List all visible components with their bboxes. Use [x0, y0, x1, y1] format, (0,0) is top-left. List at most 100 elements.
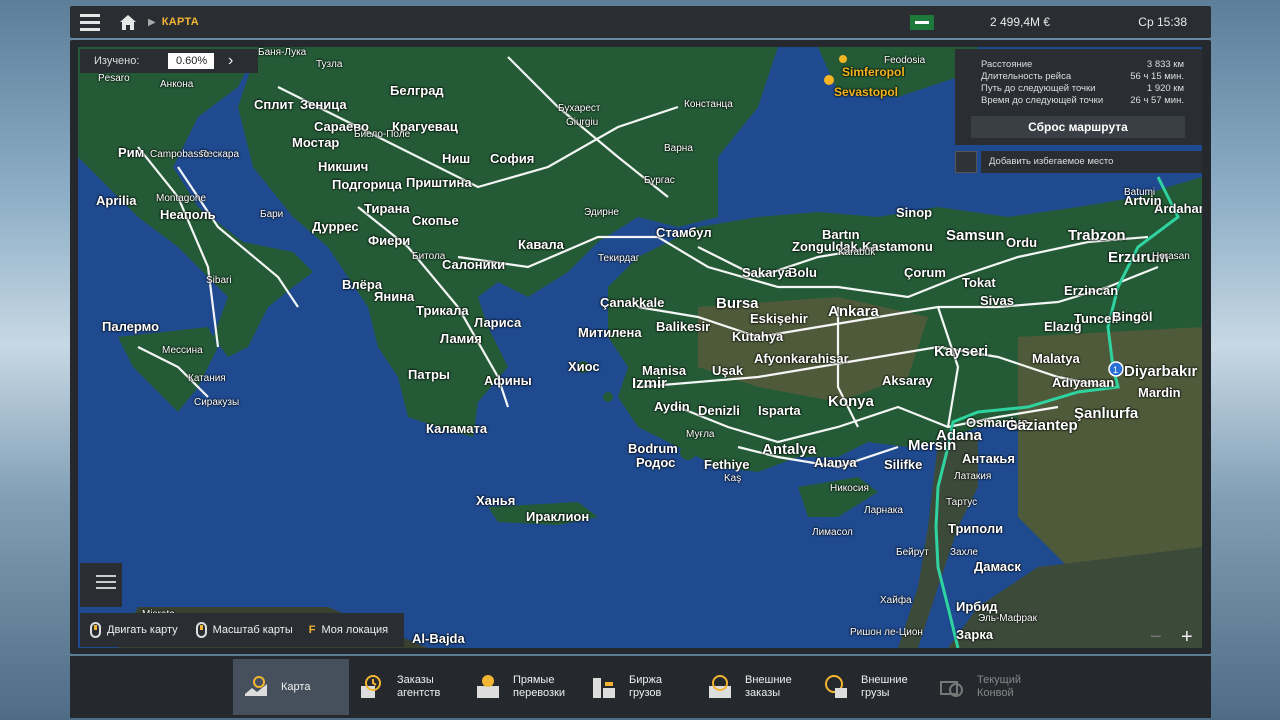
bottom-nav: Карта Заказы агентств Прямые перевозки Б… [70, 656, 1211, 718]
city-label: Aksaray [882, 373, 933, 388]
external-cargo-icon [825, 675, 847, 698]
city-label: Фиери [368, 233, 411, 248]
nav-direct-freight[interactable]: Прямые перевозки [465, 659, 581, 715]
city-label: Montagone [156, 193, 207, 204]
city-label: Катания [188, 373, 226, 384]
city-label: Дуррес [312, 219, 359, 234]
city-label: Антакья [962, 451, 1015, 466]
city-label: Batumi [1124, 187, 1156, 198]
city-label: Неаполь [160, 207, 216, 222]
explored-widget: Изучено: 0.60% › [80, 49, 258, 73]
city-label: Сиракузы [194, 397, 240, 408]
city-label: Malatya [1032, 351, 1080, 366]
city-label: Feodosia [884, 55, 926, 66]
city-label: Manisa [642, 363, 687, 378]
expand-arrow-icon[interactable]: › [228, 52, 233, 70]
explored-value: 0.60% [168, 53, 214, 69]
city-label: Fethiye [704, 457, 750, 472]
breadcrumb[interactable]: КАРТА [162, 16, 199, 28]
city-label: Şanlıurfa [1074, 405, 1139, 422]
city-label: Каламата [426, 421, 488, 436]
city-label: Çorum [904, 265, 946, 280]
city-label: Белград [390, 83, 444, 98]
city-label: Патры [408, 367, 450, 382]
city-label: Ordu [1006, 235, 1038, 250]
nav-cargo-market[interactable]: Биржа грузов [581, 659, 697, 715]
city-label: Эль-Мафрак [978, 613, 1037, 624]
city-label: Скопье [412, 213, 459, 228]
city-label: Pesaro [98, 73, 130, 84]
avoid-place-label: Добавить избегаемое место [981, 151, 1202, 173]
city-label: Horasan [1152, 251, 1190, 262]
city-label: Kayseri [934, 343, 989, 360]
city-label: Митилена [578, 325, 642, 340]
map-legend-icon[interactable] [80, 563, 122, 607]
city-label: Bingöl [1112, 309, 1153, 324]
city-label: Mardin [1138, 385, 1181, 400]
city-label: Ираклион [526, 509, 590, 524]
city-label: Ankara [828, 303, 879, 320]
zoom-in-button[interactable]: + [1181, 626, 1193, 649]
map-icon [245, 676, 267, 696]
mouse-icon [195, 622, 207, 638]
route-next-distance-row: Путь до следующей точки 1 920 км [981, 83, 1184, 94]
breadcrumb-chevron-icon: ▶ [148, 16, 156, 28]
city-label: Варна [664, 143, 693, 154]
city-label: Ришон ле-Цион [850, 627, 923, 638]
zoom-out-button[interactable]: − [1150, 626, 1162, 649]
my-location-hint[interactable]: F Моя локация [309, 624, 388, 636]
city-label: Триполи [948, 521, 1004, 536]
money-balance: 2 499,4M € [990, 15, 1051, 29]
home-icon[interactable] [110, 6, 146, 38]
city-label: Хиос [568, 359, 600, 374]
city-label: Рим [118, 145, 145, 160]
city-label: Afyonkarahisar [754, 351, 849, 366]
city-label: Diyarbakır [1124, 363, 1198, 380]
city-label: Uşak [712, 363, 744, 378]
city-label: Никосия [830, 483, 869, 494]
city-label: Bolu [788, 265, 817, 280]
city-label: Campobasso [150, 149, 209, 160]
route-distance-row: Расстояние 3 833 км [981, 59, 1184, 70]
city-label: Бари [260, 209, 284, 220]
nav-map[interactable]: Карта [233, 659, 349, 715]
city-label: Афины [484, 373, 532, 388]
city-label: Тузла [316, 59, 343, 70]
nav-current-convoy[interactable]: Текущий Конвой [929, 659, 1045, 715]
city-label: Захле [950, 547, 978, 558]
add-avoid-place[interactable]: Добавить избегаемое место [955, 151, 1202, 173]
city-label: Сплит [254, 97, 294, 112]
city-label: Ламия [440, 331, 482, 346]
reset-route-button[interactable]: Сброс маршрута [971, 116, 1185, 138]
city-label: София [490, 151, 535, 166]
city-label: Denizli [698, 403, 740, 418]
city-label: Текирдаг [598, 253, 640, 264]
city-label: Зеница [300, 97, 347, 112]
city-label: Констанца [684, 99, 733, 110]
city-label: Silifke [884, 457, 923, 472]
city-label: Лариса [474, 315, 522, 330]
city-label: Приштина [406, 175, 472, 190]
mouse-icon [90, 622, 101, 638]
city-label: Aydin [654, 399, 690, 414]
city-label: Karabük [838, 247, 876, 258]
zoom-map-hint: Масштаб карты [195, 622, 293, 638]
nav-external-orders[interactable]: Внешние заказы [697, 659, 813, 715]
route-marker[interactable]: 1 [1108, 361, 1124, 377]
city-label-owned: Simferopol [842, 65, 905, 79]
city-label: Sakarya [742, 265, 792, 280]
city-label: Erzincan [1064, 283, 1119, 298]
city-label: Мостар [292, 135, 340, 150]
external-orders-icon [709, 675, 731, 698]
city-label: Trabzon [1068, 227, 1126, 244]
city-label: Ирбид [956, 599, 998, 614]
city-label: Подгорица [332, 177, 402, 192]
nav-external-cargo[interactable]: Внешние грузы [813, 659, 929, 715]
city-label: Antalya [762, 441, 817, 458]
nav-agency-orders[interactable]: Заказы агентств [349, 659, 465, 715]
city-label: Янина [374, 289, 415, 304]
city-label: Ниш [442, 151, 471, 166]
route-info-panel: Расстояние 3 833 км Длительность рейса 56 … [955, 49, 1202, 145]
hamburger-menu-icon[interactable] [70, 6, 110, 38]
avoid-place-checkbox[interactable] [955, 151, 977, 173]
